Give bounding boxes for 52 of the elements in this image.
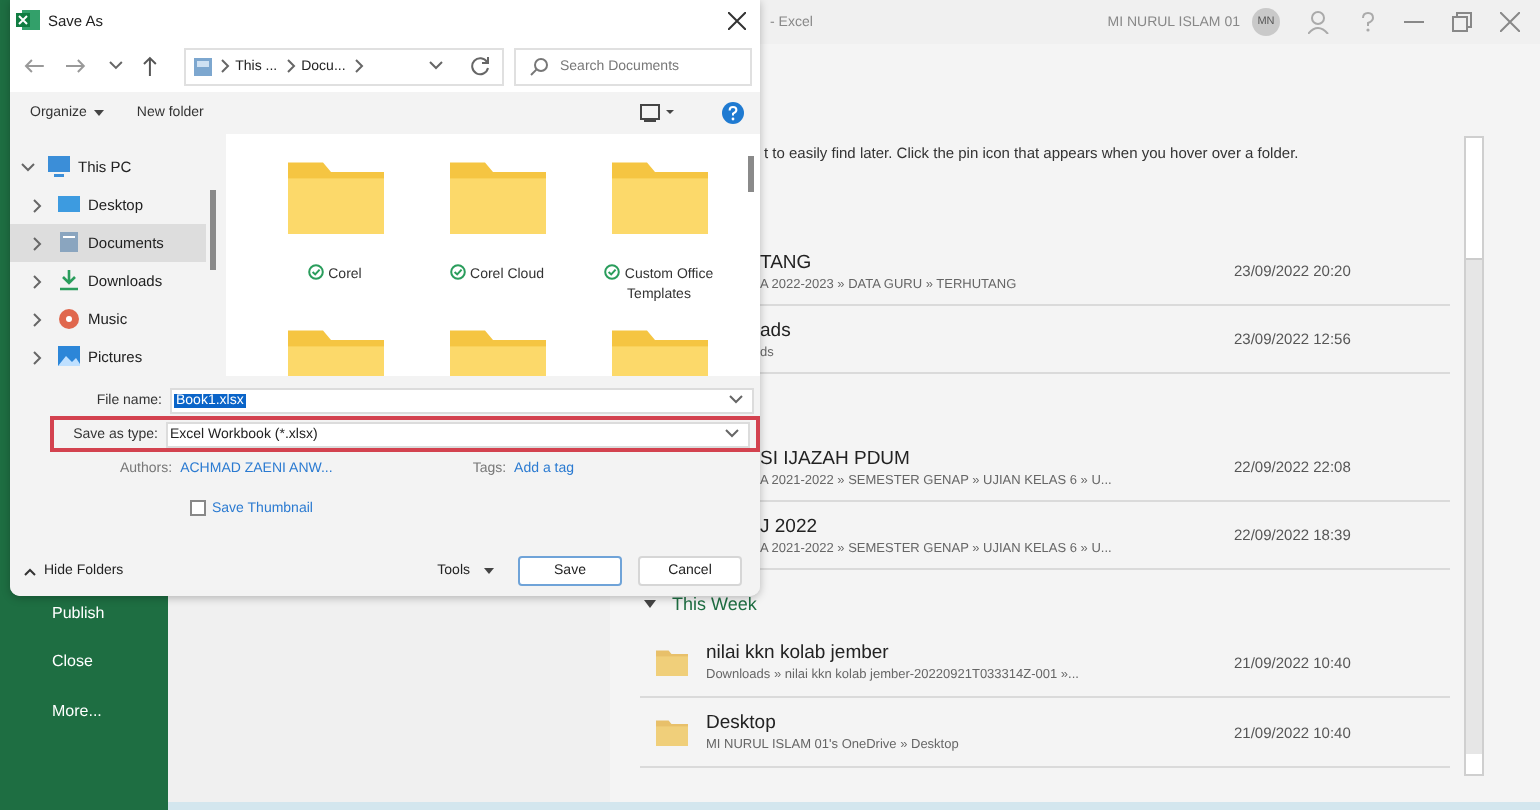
caret-up-icon	[24, 567, 36, 575]
folder-icon	[654, 647, 690, 677]
item-title: ads	[760, 319, 793, 341]
dropdown-caret-icon[interactable]	[427, 58, 444, 74]
sidebar-item[interactable]: Publish	[0, 599, 168, 648]
forward-arrow-icon[interactable]	[65, 58, 86, 74]
folder-icon	[609, 156, 709, 236]
dropdown-caret-icon	[724, 426, 740, 442]
chevron-icon	[30, 273, 46, 289]
chevron-icon	[351, 58, 364, 74]
document-icon	[58, 232, 80, 254]
checkbox[interactable]	[190, 500, 206, 516]
scrollbar[interactable]	[744, 134, 760, 376]
caret-icon	[484, 568, 494, 574]
item-title: TANG	[760, 251, 814, 273]
item-title: nilai kkn kolab jember	[706, 642, 891, 664]
caret-icon	[94, 110, 105, 116]
folder-icon	[654, 717, 690, 747]
picture-icon	[58, 346, 80, 368]
dropdown-caret-icon	[728, 392, 744, 408]
sidebar-item[interactable]: Close	[0, 648, 168, 697]
caret-icon[interactable]	[107, 58, 124, 74]
person-icon[interactable]	[1308, 10, 1332, 34]
chevron-icon	[30, 235, 46, 251]
chevron-icon	[283, 58, 296, 74]
scrollbar[interactable]	[1464, 136, 1484, 776]
help-icon[interactable]	[722, 102, 744, 124]
computer-icon	[193, 57, 212, 75]
view-icon[interactable]	[640, 104, 674, 122]
chevron-icon	[217, 58, 230, 74]
help-icon[interactable]	[1360, 12, 1376, 32]
back-arrow-icon[interactable]	[24, 58, 44, 74]
expand-chevron-icon	[20, 159, 36, 175]
folder-icon	[447, 156, 547, 236]
computer-icon	[48, 156, 70, 178]
spreadsheet-icon	[16, 8, 40, 32]
chevron-icon	[30, 197, 46, 213]
folder-icon	[285, 156, 385, 236]
up-arrow-icon[interactable]	[141, 56, 158, 76]
item-title: J 2022	[760, 515, 820, 537]
desktop-icon	[58, 194, 80, 216]
restore-icon[interactable]	[1452, 12, 1472, 32]
item-title: Desktop	[706, 712, 778, 734]
music-icon	[58, 308, 80, 330]
item-title: SI IJAZAH PDUM	[760, 447, 912, 469]
close-icon[interactable]	[728, 11, 746, 29]
search-icon	[529, 57, 548, 75]
chevron-icon	[30, 311, 46, 327]
sidebar-item[interactable]: More...	[0, 697, 168, 746]
download-icon	[58, 270, 80, 292]
refresh-icon[interactable]	[469, 56, 490, 76]
chevron-icon	[30, 349, 46, 365]
